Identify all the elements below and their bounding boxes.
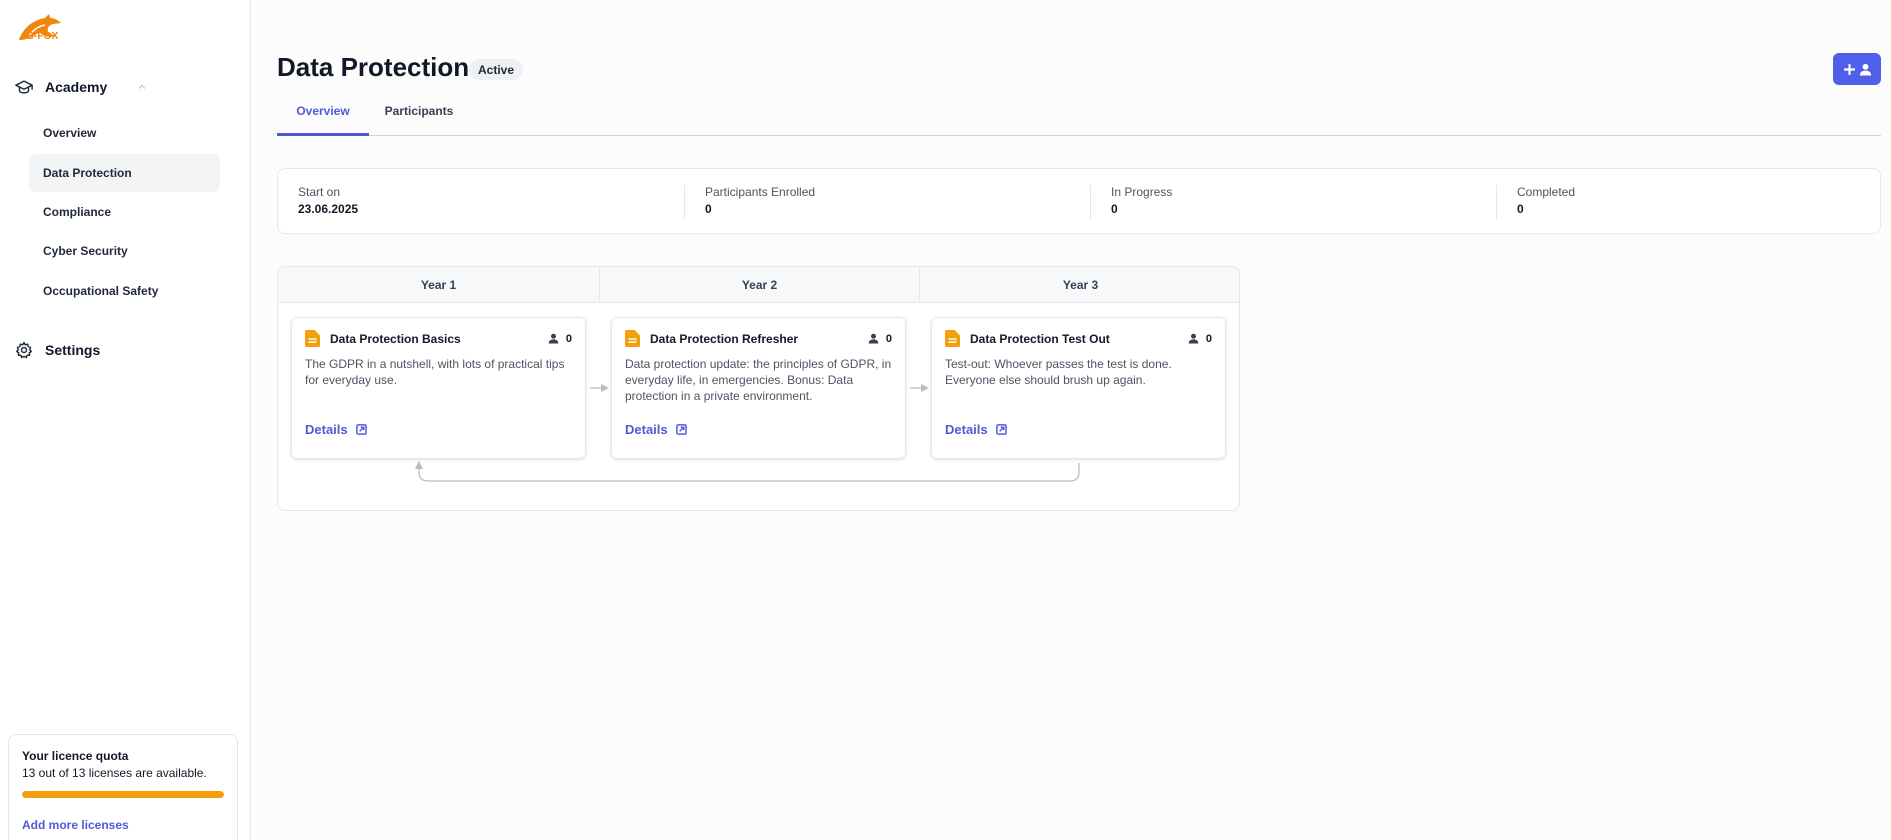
external-link-icon (675, 424, 687, 435)
details-link[interactable]: Details (945, 422, 1212, 437)
stat-in-progress: In Progress 0 (1090, 185, 1496, 219)
details-link-label: Details (305, 422, 348, 437)
nav-group-academy[interactable]: Academy (15, 78, 147, 96)
quota-text: 13 out of 13 licenses are available. (22, 766, 207, 780)
year-header: Year 2 (599, 267, 919, 303)
add-participant-button[interactable] (1833, 53, 1881, 85)
stat-value: 0 (705, 202, 712, 216)
tab-label: Participants (384, 104, 454, 118)
course-card-basics[interactable]: Data Protection Basics 0 The GDPR in a n… (291, 317, 586, 459)
card-description: The GDPR in a nutshell, with lots of pra… (305, 357, 565, 387)
year-header: Year 1 (278, 267, 599, 303)
add-more-licenses-link[interactable]: Add more licenses (22, 818, 224, 832)
stat-completed: Completed 0 (1496, 185, 1880, 219)
participant-count: 0 (548, 333, 572, 345)
card-description: Test-out: Whoever passes the test is don… (945, 357, 1172, 387)
gear-icon (15, 341, 33, 359)
details-link-label: Details (625, 422, 668, 437)
licence-quota-card: Your licence quota 13 out of 13 licenses… (8, 734, 238, 840)
sidebar-item-occupational-safety[interactable]: Occupational Safety (29, 272, 220, 310)
tab-bar: Overview Participants (277, 104, 1881, 136)
quota-progress-bar (22, 791, 224, 798)
tab-label: Overview (296, 104, 350, 118)
status-badge: Active (469, 59, 524, 80)
quota-title: Your licence quota (22, 749, 129, 763)
tab-participants[interactable]: Participants (373, 104, 465, 136)
sidebar-item-cyber-security[interactable]: Cyber Security (29, 232, 220, 270)
sidebar-item-label: Data Protection (43, 166, 132, 180)
nav-group-label: Academy (45, 79, 108, 95)
nav-group-settings[interactable]: Settings (15, 341, 100, 359)
stat-value: 0 (1517, 202, 1524, 216)
quota-progress-fill (22, 791, 224, 798)
document-icon (945, 330, 960, 347)
logo-text: IS-FOX (24, 31, 59, 42)
participant-count-value: 0 (565, 332, 572, 345)
details-link[interactable]: Details (305, 422, 572, 437)
document-icon (305, 330, 320, 347)
stat-label: Start on (298, 185, 341, 199)
nav-group-label: Settings (45, 342, 101, 358)
stat-label: In Progress (1111, 185, 1173, 199)
stat-participants-enrolled: Participants Enrolled 0 (684, 185, 1090, 219)
stat-label: Participants Enrolled (705, 185, 816, 199)
card-title: Data Protection Test Out (970, 331, 1110, 346)
sidebar: IS-FOX Academy Overview Data Protection … (0, 0, 251, 840)
sidebar-item-compliance[interactable]: Compliance (29, 193, 220, 231)
stats-card: Start on 23.06.2025 Participants Enrolle… (277, 168, 1881, 234)
tab-overview[interactable]: Overview (277, 104, 369, 136)
participant-count-value: 0 (1205, 332, 1212, 345)
details-link[interactable]: Details (625, 422, 892, 437)
card-description: Data protection update: the principles o… (625, 357, 892, 403)
course-card-refresher[interactable]: Data Protection Refresher 0 Data protect… (611, 317, 906, 459)
course-timeline: Year 1 Year 2 Year 3 Data Protection Bas… (277, 266, 1240, 511)
sidebar-item-label: Compliance (43, 205, 112, 219)
external-link-icon (355, 424, 367, 435)
participant-count: 0 (1188, 333, 1212, 345)
stat-start-on: Start on 23.06.2025 (278, 185, 684, 219)
stat-value: 0 (1111, 202, 1118, 216)
sidebar-item-label: Overview (43, 126, 97, 140)
graduation-cap-icon (15, 80, 33, 94)
participant-count-value: 0 (885, 332, 892, 345)
plus-icon (1843, 63, 1855, 75)
sidebar-item-data-protection[interactable]: Data Protection (29, 154, 220, 192)
year-header: Year 3 (919, 267, 1239, 303)
stat-label: Completed (1517, 185, 1576, 199)
external-link-icon (995, 424, 1007, 435)
user-icon (548, 333, 559, 344)
chevron-up-icon[interactable] (137, 82, 147, 92)
sidebar-item-label: Cyber Security (43, 244, 128, 258)
participant-count: 0 (868, 333, 892, 345)
card-title: Data Protection Refresher (650, 331, 799, 346)
sidebar-item-overview[interactable]: Overview (29, 114, 220, 152)
card-title: Data Protection Basics (330, 331, 461, 346)
document-icon (625, 330, 640, 347)
sidebar-item-label: Occupational Safety (43, 284, 159, 298)
user-icon (1859, 63, 1871, 75)
page-title: Data Protection (277, 52, 470, 82)
stat-value: 23.06.2025 (298, 202, 359, 216)
course-card-test-out[interactable]: Data Protection Test Out 0 Test-out: Who… (931, 317, 1226, 459)
user-icon (1188, 333, 1199, 344)
user-icon (868, 333, 879, 344)
details-link-label: Details (945, 422, 988, 437)
